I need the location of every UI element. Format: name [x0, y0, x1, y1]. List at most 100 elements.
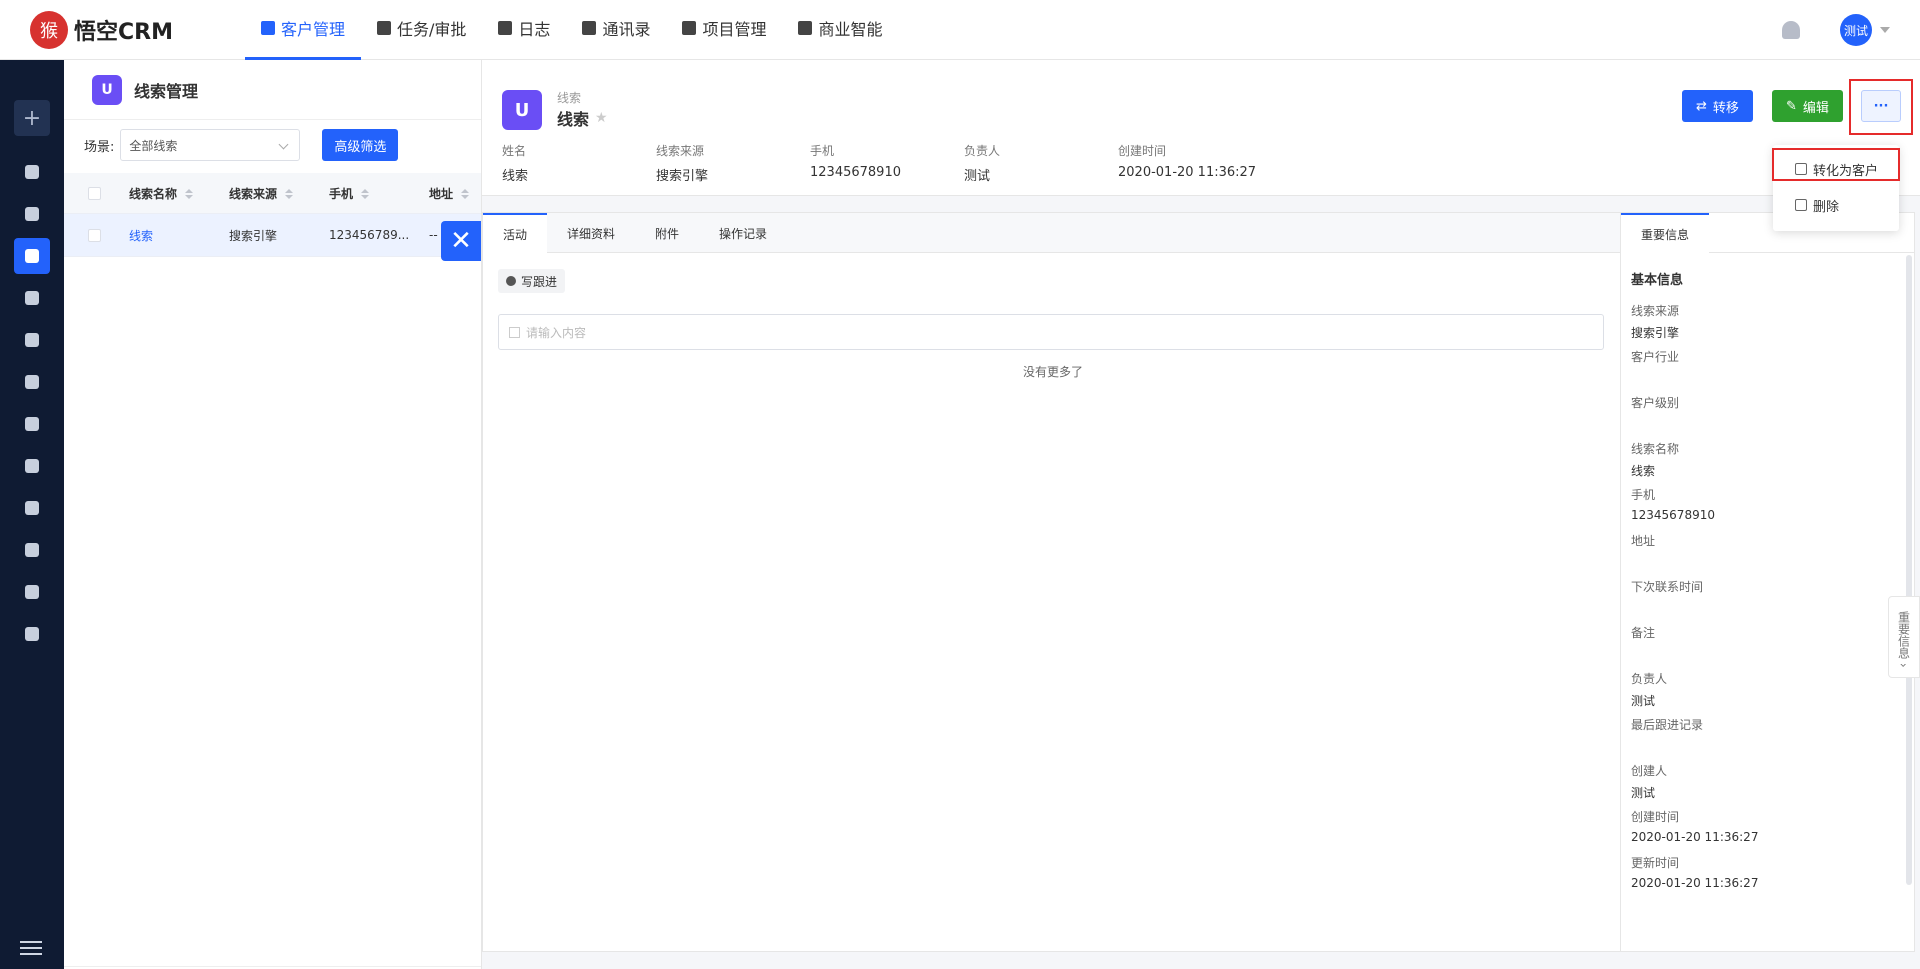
info-item: 下次联系时间: [1631, 580, 1704, 594]
column-header-address[interactable]: 地址: [419, 185, 484, 202]
follow-up-input[interactable]: 请输入内容: [498, 314, 1604, 350]
row-checkbox[interactable]: [88, 228, 101, 242]
leads-icon: U: [502, 90, 542, 130]
sidebar-item-contacts[interactable]: [14, 322, 50, 358]
nav-business-intelligence[interactable]: 商业智能: [782, 0, 898, 60]
sidebar-item-opportunities[interactable]: [14, 406, 50, 442]
customer-icon: [261, 21, 275, 35]
dashboard-icon: [25, 165, 39, 179]
lead-phone-cell: 123456789...: [329, 228, 410, 242]
write-follow-up-button[interactable]: 写跟进: [498, 269, 566, 293]
column-header-source[interactable]: 线索来源: [219, 185, 319, 202]
info-item: 最后跟进记录: [1631, 718, 1704, 732]
info-item: 地址: [1631, 534, 1656, 548]
info-item: 创建人 测试: [1631, 764, 1668, 800]
side-scrollbar[interactable]: [1906, 255, 1912, 885]
sidebar-item-contacts-book[interactable]: [14, 364, 50, 400]
select-all-checkbox[interactable]: [88, 186, 101, 200]
sidebar-item-dashboard[interactable]: [14, 154, 50, 190]
bell-icon[interactable]: [1782, 21, 1800, 39]
no-more-text: 没有更多了: [1022, 365, 1083, 379]
bi-icon: [798, 21, 813, 35]
table-row[interactable]: 线索 搜索引擎 123456789... --: [64, 214, 484, 257]
chat-icon: [25, 207, 39, 221]
top-navigation-bar: 猴 悟空CRM 客户管理 任务/审批 日志 通讯录 项目管理 商业智能 测试: [0, 0, 1920, 60]
send-icon: [25, 627, 39, 641]
sidebar-item-chat[interactable]: [14, 196, 50, 232]
leads-table: 线索名称 线索来源 手机 地址 线索 搜索引擎 123456789... --: [64, 173, 484, 257]
sort-icon[interactable]: [461, 189, 469, 199]
lead-name-link[interactable]: 线索: [119, 227, 219, 244]
project-icon: [682, 21, 697, 35]
tab-attachments[interactable]: 附件: [635, 213, 699, 253]
tab-operation-log[interactable]: 操作记录: [699, 213, 787, 253]
page-title: 线索管理: [134, 81, 199, 101]
advanced-filter-button[interactable]: 高级筛选: [322, 129, 399, 161]
phone-book-icon: [582, 21, 597, 35]
main-nav: 客户管理 任务/审批 日志 通讯录 项目管理 商业智能: [245, 0, 898, 60]
contract-icon: [25, 501, 39, 515]
info-item: 客户级别: [1631, 396, 1680, 410]
edit-button[interactable]: ✎ 编辑: [1772, 90, 1843, 122]
section-title-basic-info: 基本信息: [1631, 273, 1684, 288]
tab-important-info[interactable]: 重要信息: [1621, 213, 1709, 253]
monkey-logo-icon: 猴: [30, 10, 68, 49]
sort-icon[interactable]: [361, 189, 369, 199]
sidebar-item-send[interactable]: [14, 616, 50, 652]
contact-icon: [25, 333, 39, 347]
nav-customer-management[interactable]: 客户管理: [245, 0, 362, 60]
app-logo[interactable]: 猴 悟空CRM: [30, 10, 210, 49]
summary-field: 姓名 线索: [502, 144, 529, 184]
detail-tabs: 活动 详细资料 附件 操作记录: [483, 213, 1621, 253]
detail-title: 线索 ★: [557, 110, 608, 129]
detail-summary-fields: 姓名 线索 线索来源 搜索引擎 手机 12345678910 负责人 测试 创建时间 20…: [502, 142, 1272, 184]
lead-source-cell: 搜索引擎: [229, 228, 278, 243]
activity-section: 活动 详细资料 附件 操作记录 写跟进 请输入内容 没有更多了: [482, 212, 1622, 952]
column-header-phone[interactable]: 手机: [319, 185, 419, 202]
trash-icon: [1795, 199, 1807, 211]
leads-list-panel: U 线索管理 场景: 全部线索 高级筛选 线索名称 线索来源 手机 地址 线索 …: [64, 60, 484, 969]
star-icon[interactable]: ★: [595, 110, 608, 126]
transfer-button[interactable]: ⇄ 转移: [1682, 90, 1753, 122]
info-item: 手机 12345678910: [1631, 488, 1715, 522]
close-detail-button[interactable]: ✕: [441, 221, 481, 261]
sidebar-item-payments[interactable]: [14, 532, 50, 568]
select-all-cell: [64, 186, 119, 200]
info-item: 线索名称 线索: [1631, 442, 1680, 478]
important-info-float-tab[interactable]: 重要信息 ›: [1888, 596, 1920, 678]
quick-add-button[interactable]: +: [14, 100, 50, 136]
column-header-name[interactable]: 线索名称: [119, 185, 219, 202]
info-item: 备注: [1631, 626, 1656, 640]
highlight-box-convert: [1772, 148, 1900, 181]
menu-item-delete[interactable]: 删除: [1773, 187, 1899, 223]
sidebar-collapse-icon[interactable]: [20, 941, 42, 955]
top-right-area: 测试: [1782, 0, 1890, 60]
sidebar-item-contracts[interactable]: [14, 490, 50, 526]
leads-icon: U: [92, 74, 122, 105]
table-header-row: 线索名称 线索来源 手机 地址: [64, 173, 484, 214]
swap-icon: ⇄: [1696, 98, 1707, 114]
nav-project-management[interactable]: 项目管理: [666, 0, 782, 60]
sidebar-item-leads[interactable]: [14, 238, 50, 274]
sidebar-item-customers[interactable]: [14, 280, 50, 316]
scene-select[interactable]: 全部线索: [120, 129, 301, 161]
product-icon: [25, 585, 39, 599]
important-info-panel: 重要信息 基本信息 线索来源 搜索引擎 客户行业 客户级别 线索名称 线索 手机 12…: [1620, 212, 1915, 952]
sidebar-item-products[interactable]: [14, 574, 50, 610]
user-avatar[interactable]: 测试: [1840, 14, 1872, 46]
nav-tasks-approval[interactable]: 任务/审批: [361, 0, 482, 60]
left-sidebar: +: [0, 60, 64, 969]
lead-detail-panel: U 线索 线索 ★ 姓名 线索 线索来源 搜索引擎 手机 12345678910 负责人…: [481, 60, 1920, 969]
contacts-book-icon: [25, 375, 39, 389]
sidebar-item-money[interactable]: [14, 448, 50, 484]
nav-log[interactable]: 日志: [482, 0, 566, 60]
scene-label: 场景:: [84, 139, 115, 155]
tab-details[interactable]: 详细资料: [547, 213, 635, 253]
log-icon: [498, 21, 513, 35]
nav-address-book[interactable]: 通讯录: [566, 0, 666, 60]
tab-activity[interactable]: 活动: [483, 213, 548, 253]
sort-icon[interactable]: [185, 189, 193, 199]
chevron-down-icon[interactable]: [1880, 27, 1890, 33]
summary-field: 手机 12345678910: [810, 144, 901, 180]
sort-icon[interactable]: [285, 189, 293, 199]
